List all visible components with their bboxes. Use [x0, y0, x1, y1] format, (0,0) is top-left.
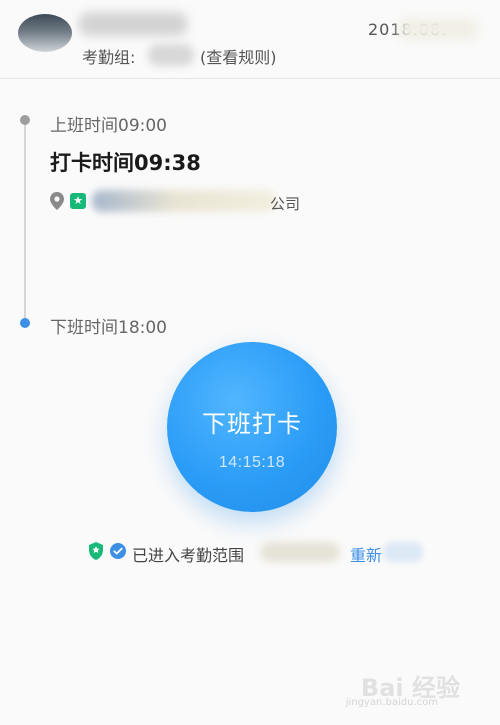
location-pin-icon [50, 192, 64, 210]
clock-out-label: 下班打卡 [202, 411, 302, 438]
date-redacted [398, 18, 478, 40]
attendance-group-redacted [148, 44, 194, 66]
refresh-redacted [383, 542, 423, 562]
end-time-label: 下班时间18:00 [50, 318, 167, 338]
timeline-dot-end [20, 318, 30, 328]
star-badge-icon: ★ [70, 193, 86, 209]
watermark-url: jingyan.baidu.com [345, 697, 438, 708]
start-time-label: 上班时间09:00 [50, 116, 167, 136]
shield-icon [89, 542, 103, 560]
current-time: 14:15:18 [218, 454, 286, 471]
check-circle-icon [110, 543, 126, 559]
timeline-dot-start [20, 115, 30, 125]
header-bar: 2018.08. 考勤组: (查看规则) [0, 0, 500, 79]
location-text: 公司 [270, 195, 301, 213]
location-redacted [92, 190, 277, 212]
attendance-group-label: 考勤组: [82, 48, 136, 67]
checkin-location-row: ★ 公司 [50, 190, 320, 214]
view-rules-link[interactable]: (查看规则) [200, 44, 277, 68]
attendance-status-row: 已进入考勤范围 重新 [88, 540, 428, 566]
timeline-line [24, 122, 26, 322]
avatar[interactable] [18, 14, 72, 52]
refresh-location-link[interactable]: 重新 [350, 542, 382, 566]
user-name-redacted [78, 12, 188, 36]
checkin-time-label: 打卡时间09:38 [50, 151, 201, 175]
in-range-status-text: 已进入考勤范围 [132, 546, 245, 565]
clock-out-button[interactable]: 下班打卡 14:15:18 [167, 342, 337, 512]
range-location-redacted [260, 542, 340, 562]
